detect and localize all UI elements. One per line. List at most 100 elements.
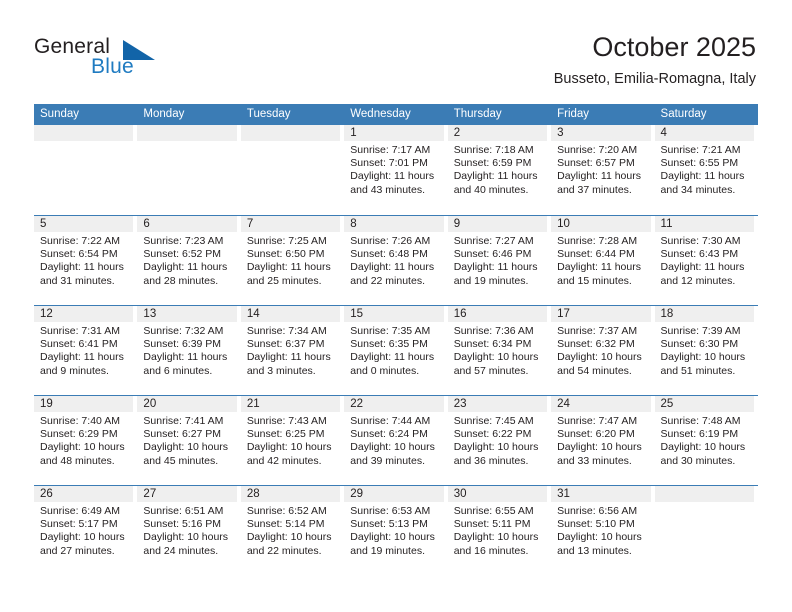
- daylight-text-line2: and 6 minutes.: [143, 364, 213, 377]
- calendar-day-cell[interactable]: 21 Sunrise: 7:43 AM Sunset: 6:25 PM Dayligh…: [240, 396, 344, 485]
- day-number: 23: [447, 396, 548, 412]
- daylight-text-line2: and 30 minutes.: [660, 454, 736, 467]
- calendar-day-cell[interactable]: 20 Sunrise: 7:41 AM Sunset: 6:27 PM Dayligh…: [137, 396, 240, 485]
- weekday-header-thursday: Thursday: [453, 108, 502, 120]
- sunset-text: Sunset: 5:10 PM: [557, 518, 635, 531]
- calendar-day-cell[interactable]: 19 Sunrise: 7:40 AM Sunset: 6:29 PM Dayligh…: [34, 396, 137, 485]
- sunrise-text: Sunrise: 7:20 AM: [557, 144, 638, 156]
- sunrise-text: Sunrise: 7:44 AM: [350, 415, 431, 427]
- day-number: 28: [240, 486, 341, 502]
- calendar-day-cell[interactable]: 5 Sunrise: 7:22 AM Sunset: 6:54 PM Daylight…: [34, 216, 137, 305]
- calendar-day-cell[interactable]: 31 Sunrise: 6:56 AM Sunset: 5:10 PM Dayligh…: [551, 486, 654, 575]
- title-block: October 2025 Busseto, Emilia-Romagna, It…: [554, 30, 756, 88]
- daylight-text-line1: Daylight: 11 hours: [40, 261, 124, 274]
- sunrise-text: Sunrise: 7:39 AM: [660, 325, 741, 337]
- calendar-day-cell[interactable]: 4 Sunrise: 7:21 AM Sunset: 6:55 PM Daylight…: [654, 125, 758, 215]
- calendar-day-cell[interactable]: 17 Sunrise: 7:37 AM Sunset: 6:32 PM Dayligh…: [551, 306, 654, 395]
- calendar-day-cell-empty: [654, 486, 758, 575]
- day-details: Sunrise: 6:49 AM Sunset: 5:17 PM Daylight:…: [34, 502, 135, 558]
- daylight-text-line2: and 9 minutes.: [40, 364, 109, 377]
- page-title: October 2025: [592, 32, 756, 62]
- day-details: Sunrise: 7:47 AM Sunset: 6:20 PM Daylight:…: [551, 412, 652, 468]
- day-number: 7: [240, 216, 341, 232]
- daylight-text-line2: and 28 minutes.: [143, 274, 219, 287]
- calendar-day-cell[interactable]: 26 Sunrise: 6:49 AM Sunset: 5:17 PM Dayligh…: [34, 486, 137, 575]
- calendar-day-cell[interactable]: 3 Sunrise: 7:20 AM Sunset: 6:57 PM Daylight…: [551, 125, 654, 215]
- calendar-day-cell[interactable]: 29 Sunrise: 6:53 AM Sunset: 5:13 PM Dayligh…: [344, 486, 447, 575]
- calendar-day-cell[interactable]: 30 Sunrise: 6:55 AM Sunset: 5:11 PM Dayligh…: [447, 486, 551, 575]
- daylight-text-line2: and 19 minutes.: [453, 274, 529, 287]
- daylight-text-line2: and 36 minutes.: [453, 454, 529, 467]
- calendar-day-cell[interactable]: 28 Sunrise: 6:52 AM Sunset: 5:14 PM Dayligh…: [240, 486, 344, 575]
- day-number: 21: [240, 396, 341, 412]
- sunset-text: Sunset: 5:13 PM: [350, 518, 428, 531]
- calendar-day-cell[interactable]: 1 Sunrise: 7:17 AM Sunset: 7:01 PM Daylight…: [344, 125, 447, 215]
- daylight-text-line2: and 43 minutes.: [350, 183, 425, 196]
- calendar-day-cell[interactable]: 18 Sunrise: 7:39 AM Sunset: 6:30 PM Dayligh…: [654, 306, 758, 395]
- day-number: 24: [551, 396, 651, 412]
- sunrise-text: Sunrise: 7:45 AM: [453, 415, 534, 427]
- daylight-text-line2: and 16 minutes.: [453, 544, 529, 557]
- day-number: 22: [344, 396, 444, 412]
- daylight-text-line2: and 39 minutes.: [350, 454, 425, 467]
- day-number: [654, 486, 754, 502]
- calendar-day-cell[interactable]: 16 Sunrise: 7:36 AM Sunset: 6:34 PM Dayligh…: [447, 306, 551, 395]
- calendar-day-cell[interactable]: 8 Sunrise: 7:26 AM Sunset: 6:48 PM Daylight…: [344, 216, 447, 305]
- daylight-text-line1: Daylight: 10 hours: [557, 351, 642, 364]
- calendar-day-cell[interactable]: 13 Sunrise: 7:32 AM Sunset: 6:39 PM Dayligh…: [137, 306, 240, 395]
- daylight-text-line1: Daylight: 10 hours: [246, 441, 332, 454]
- day-details: Sunrise: 7:45 AM Sunset: 6:22 PM Daylight:…: [448, 412, 549, 468]
- daylight-text-line1: Daylight: 11 hours: [246, 351, 331, 364]
- sunrise-text: Sunrise: 7:31 AM: [40, 325, 120, 337]
- day-number: 30: [447, 486, 548, 502]
- calendar-day-cell[interactable]: 15 Sunrise: 7:35 AM Sunset: 6:35 PM Dayligh…: [344, 306, 447, 395]
- sunrise-text: Sunrise: 6:52 AM: [246, 505, 327, 517]
- calendar-day-cell-empty: [240, 125, 344, 215]
- sunrise-text: Sunrise: 7:22 AM: [40, 235, 120, 247]
- day-details: Sunrise: 7:18 AM Sunset: 6:59 PM Daylight:…: [448, 141, 549, 197]
- sunset-text: Sunset: 6:43 PM: [660, 248, 739, 261]
- general-blue-logo[interactable]: General Blue: [34, 36, 214, 86]
- daylight-text-line1: Daylight: 11 hours: [660, 170, 745, 183]
- day-number: 5: [34, 216, 134, 232]
- daylight-text-line1: Daylight: 11 hours: [453, 261, 538, 274]
- sunrise-text: Sunrise: 6:53 AM: [350, 505, 431, 517]
- day-details: Sunrise: 7:20 AM Sunset: 6:57 PM Daylight:…: [551, 141, 652, 197]
- calendar-day-cell[interactable]: 9 Sunrise: 7:27 AM Sunset: 6:46 PM Daylight…: [447, 216, 551, 305]
- calendar-day-cell[interactable]: 24 Sunrise: 7:47 AM Sunset: 6:20 PM Dayligh…: [551, 396, 654, 485]
- day-number: 13: [137, 306, 237, 322]
- sunset-text: Sunset: 5:16 PM: [143, 518, 222, 531]
- sunset-text: Sunset: 5:17 PM: [40, 518, 118, 531]
- weekday-header-tuesday: Tuesday: [246, 108, 291, 120]
- daylight-text-line2: and 12 minutes.: [660, 274, 736, 287]
- day-number: 16: [447, 306, 548, 322]
- day-number: 20: [137, 396, 237, 412]
- day-number: 31: [551, 486, 651, 502]
- calendar-day-cell[interactable]: 12 Sunrise: 7:31 AM Sunset: 6:41 PM Dayligh…: [34, 306, 137, 395]
- sunset-text: Sunset: 6:19 PM: [660, 428, 739, 441]
- daylight-text-line1: Daylight: 11 hours: [40, 351, 124, 364]
- calendar-day-cell[interactable]: 14 Sunrise: 7:34 AM Sunset: 6:37 PM Dayligh…: [240, 306, 344, 395]
- day-details: Sunrise: 7:40 AM Sunset: 6:29 PM Daylight:…: [34, 412, 135, 468]
- daylight-text-line1: Daylight: 10 hours: [453, 441, 539, 454]
- sunrise-text: Sunrise: 7:37 AM: [557, 325, 638, 337]
- calendar-day-cell[interactable]: 2 Sunrise: 7:18 AM Sunset: 6:59 PM Daylight…: [447, 125, 551, 215]
- day-number: 17: [551, 306, 651, 322]
- sunrise-text: Sunrise: 6:55 AM: [453, 505, 534, 517]
- calendar-day-cell[interactable]: 25 Sunrise: 7:48 AM Sunset: 6:19 PM Dayligh…: [654, 396, 758, 485]
- calendar-day-cell[interactable]: 7 Sunrise: 7:25 AM Sunset: 6:50 PM Daylight…: [240, 216, 344, 305]
- weekday-header-row: Sunday Monday Tuesday Wednesday Thursday…: [34, 104, 758, 125]
- sunrise-text: Sunrise: 7:41 AM: [143, 415, 224, 427]
- calendar-day-cell[interactable]: 10 Sunrise: 7:28 AM Sunset: 6:44 PM Dayligh…: [551, 216, 654, 305]
- calendar-week-row: 12 Sunrise: 7:31 AM Sunset: 6:41 PM Dayligh…: [34, 305, 758, 395]
- sunset-text: Sunset: 6:37 PM: [246, 338, 325, 351]
- day-number: [240, 125, 341, 141]
- calendar-day-cell[interactable]: 22 Sunrise: 7:44 AM Sunset: 6:24 PM Dayligh…: [344, 396, 447, 485]
- calendar-day-cell[interactable]: 23 Sunrise: 7:45 AM Sunset: 6:22 PM Dayligh…: [447, 396, 551, 485]
- day-details: Sunrise: 7:25 AM Sunset: 6:50 PM Daylight:…: [241, 232, 342, 288]
- day-details: Sunrise: 6:51 AM Sunset: 5:16 PM Daylight:…: [137, 502, 238, 558]
- calendar-day-cell[interactable]: 6 Sunrise: 7:23 AM Sunset: 6:52 PM Daylight…: [137, 216, 240, 305]
- calendar-day-cell[interactable]: 11 Sunrise: 7:30 AM Sunset: 6:43 PM Dayligh…: [654, 216, 758, 305]
- sunset-text: Sunset: 6:22 PM: [453, 428, 532, 441]
- calendar-day-cell[interactable]: 27 Sunrise: 6:51 AM Sunset: 5:16 PM Dayligh…: [137, 486, 240, 575]
